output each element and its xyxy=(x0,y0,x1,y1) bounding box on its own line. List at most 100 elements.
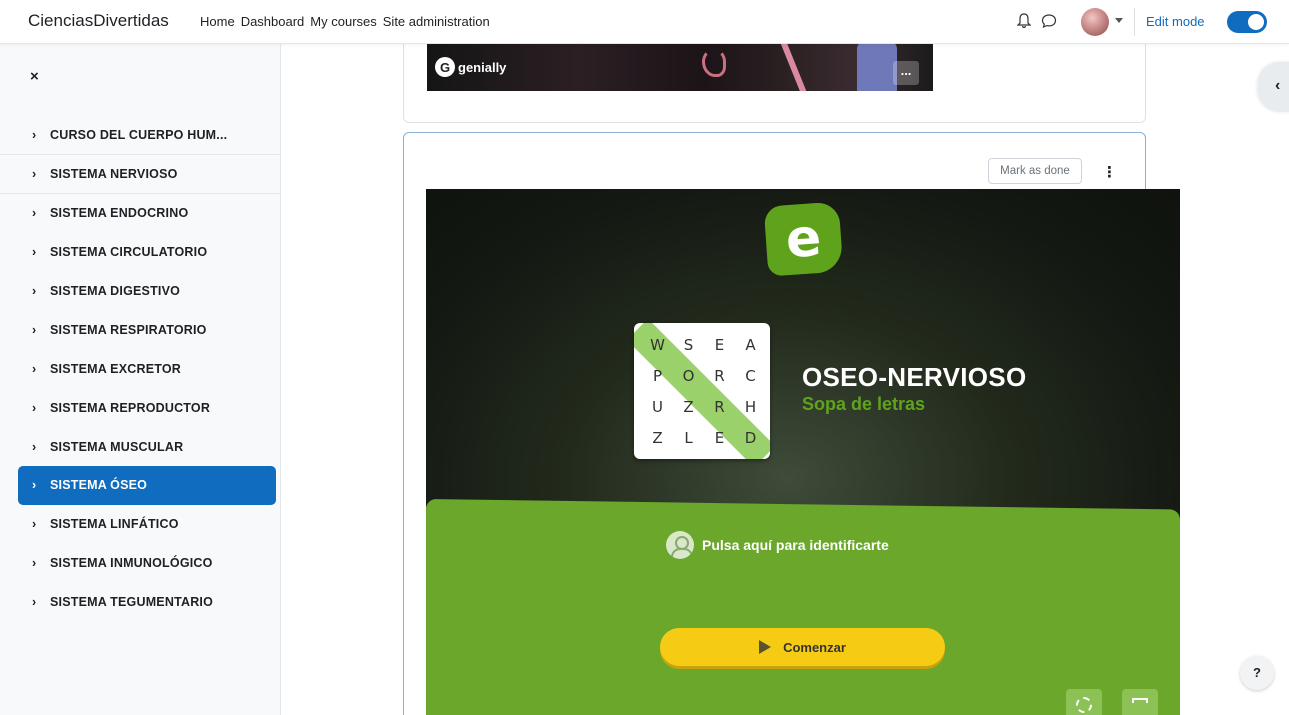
sidebar-item-inmunologico[interactable]: › SISTEMA INMUNOLÓGICO xyxy=(18,544,276,583)
grid-letter: R xyxy=(714,366,725,385)
chevron-right-icon: › xyxy=(32,284,37,298)
grid-letter: S xyxy=(683,335,694,354)
grid-letter: H xyxy=(744,397,757,416)
sidebar-item-circulatorio[interactable]: › SISTEMA CIRCULATORIO xyxy=(18,233,276,272)
sidebar-item-linfatico[interactable]: › SISTEMA LINFÁTICO xyxy=(18,505,276,544)
start-button[interactable]: Comenzar xyxy=(660,628,945,666)
sidebar-item-label: SISTEMA INMUNOLÓGICO xyxy=(50,556,213,571)
chat-icon[interactable] xyxy=(1041,13,1057,29)
chevron-right-icon: › xyxy=(32,439,37,454)
navbar-user-area: Edit mode xyxy=(989,0,1289,44)
nav-link-my-courses[interactable]: My courses xyxy=(310,14,376,29)
nav-link-dashboard[interactable]: Dashboard xyxy=(241,14,305,29)
sidebar-item-oseo[interactable]: › SISTEMA ÓSEO xyxy=(18,466,276,505)
nav-link-home[interactable]: Home xyxy=(200,14,235,29)
educaplay-embed: e W S E A P O R C U Z R H Z L E D OS EO-N… xyxy=(426,189,1180,715)
login-text: Pulsa aquí para identificarte xyxy=(702,537,889,553)
start-button-label: Comenzar xyxy=(783,639,846,655)
grid-letter: U xyxy=(652,397,663,416)
play-icon xyxy=(759,640,772,654)
nav-link-site-administration[interactable]: Site administration xyxy=(383,14,490,29)
genially-logo: G genially xyxy=(435,57,506,77)
chevron-right-icon: › xyxy=(32,595,37,610)
chevron-right-icon: › xyxy=(32,400,37,415)
sidebar-item-label: SISTEMA REPRODUCTOR xyxy=(50,400,211,415)
activity-title: OSEO-NERVIOSO xyxy=(802,362,1027,392)
sidebar-item-digestivo[interactable]: › SISTEMA DIGESTIVO xyxy=(18,272,276,311)
sidebar-item-respiratorio[interactable]: › SISTEMA RESPIRATORIO xyxy=(18,310,276,349)
grid-letter: P xyxy=(652,366,663,385)
grid-letter: Z xyxy=(683,397,694,416)
sidebar-item-label: SISTEMA RESPIRATORIO xyxy=(50,322,207,337)
grid-letter: Z xyxy=(652,428,663,447)
chevron-right-icon: › xyxy=(32,517,37,532)
sidebar-item-endocrino[interactable]: › SISTEMA ENDOCRINO xyxy=(18,194,276,233)
help-button[interactable]: ? xyxy=(1240,656,1274,690)
genially-activity-card: G genially ... xyxy=(403,34,1146,123)
main-content: G genially ... Mark as done ⋮ e W S E A … xyxy=(281,34,1289,715)
sidebar-item-label: SISTEMA ENDOCRINO xyxy=(50,206,189,221)
sidebar-item-tegumentario[interactable]: › SISTEMA TEGUMENTARIO xyxy=(18,583,276,622)
sidebar-item-muscular[interactable]: › SISTEMA MUSCULAR xyxy=(18,427,276,466)
sidebar-item-reproductor[interactable]: › SISTEMA REPRODUCTOR xyxy=(18,388,276,427)
sidebar-item-label: SISTEMA ÓSEO xyxy=(50,478,148,493)
user-icon xyxy=(666,531,694,559)
sidebar-item-label: SISTEMA CIRCULATORIO xyxy=(50,245,208,260)
educaplay-logo: e xyxy=(763,201,844,277)
edit-mode-label: Edit mode xyxy=(1146,14,1205,29)
navbar-divider xyxy=(1134,8,1135,36)
activity-subtitle: Sopa de letras xyxy=(802,394,926,414)
sidebar-item-label: SISTEMA TEGUMENTARIO xyxy=(50,595,214,610)
word-search-grid: W S E A P O R C U Z R H Z L E D xyxy=(642,329,766,453)
sidebar-item-curso[interactable]: › CURSO DEL CUERPO HUM... xyxy=(0,116,281,155)
grid-letter: C xyxy=(745,366,756,385)
sidebar-item-label: SISTEMA EXCRETOR xyxy=(50,361,181,376)
grid-letter: A xyxy=(745,335,756,354)
grid-letter: W xyxy=(650,335,665,354)
chevron-right-icon: › xyxy=(32,245,37,260)
top-navbar: CienciasDivertidas Home Dashboard My cou… xyxy=(0,0,1289,44)
chevron-right-icon: › xyxy=(32,166,37,181)
grid-letter: D xyxy=(744,428,757,447)
grid-letter: O xyxy=(682,366,695,385)
decorative-shape xyxy=(780,42,810,91)
login-link[interactable]: Pulsa aquí para identificarte xyxy=(666,531,889,559)
sidebar-item-label: SISTEMA MUSCULAR xyxy=(50,439,184,454)
genially-embed[interactable]: G genially ... xyxy=(427,41,933,91)
site-brand[interactable]: CienciasDivertidas xyxy=(28,11,169,31)
user-avatar[interactable] xyxy=(1081,8,1109,36)
decorative-shape xyxy=(857,41,897,91)
sidebar-item-nervioso[interactable]: › SISTEMA NERVIOSO xyxy=(0,155,281,194)
grid-letter: E xyxy=(714,428,725,447)
close-icon[interactable]: × xyxy=(30,68,39,85)
chevron-right-icon: › xyxy=(32,478,37,493)
grid-letter: L xyxy=(684,428,693,447)
course-index-drawer: × › CURSO DEL CUERPO HUM... › SISTEMA NERV… xyxy=(0,44,281,715)
chevron-right-icon: › xyxy=(32,206,37,221)
edit-mode-toggle[interactable] xyxy=(1227,11,1267,33)
mark-as-done-button[interactable]: Mark as done xyxy=(988,158,1082,184)
chevron-left-icon: ‹ xyxy=(1275,77,1281,94)
sidebar-item-excretor[interactable]: › SISTEMA EXCRETOR xyxy=(18,349,276,388)
sidebar-item-label: SISTEMA NERVIOSO xyxy=(50,166,178,181)
genially-logo-text: genially xyxy=(458,59,507,75)
more-options-button[interactable]: ... xyxy=(893,61,919,85)
decorative-shape xyxy=(702,49,726,77)
word-search-thumbnail: W S E A P O R C U Z R H Z L E D xyxy=(634,323,770,459)
sidebar-item-label: SISTEMA DIGESTIVO xyxy=(50,284,181,298)
sidebar-item-label: CURSO DEL CUERPO HUM... xyxy=(50,127,228,142)
chevron-down-icon[interactable] xyxy=(1115,18,1123,23)
chevron-right-icon: › xyxy=(32,361,37,376)
kebab-icon[interactable]: ⋮ xyxy=(1102,163,1117,181)
grid-letter: R xyxy=(714,397,725,416)
sidebar-item-label: SISTEMA LINFÁTICO xyxy=(50,517,179,532)
fullscreen-button[interactable] xyxy=(1122,689,1158,715)
fullscreen-icon xyxy=(1132,698,1148,710)
chevron-right-icon: › xyxy=(32,322,37,337)
chevron-right-icon: › xyxy=(32,127,37,142)
primary-navigation: Home Dashboard My courses Site administr… xyxy=(200,14,496,29)
chevron-right-icon: › xyxy=(32,556,37,571)
settings-button[interactable] xyxy=(1066,689,1102,715)
bell-icon[interactable] xyxy=(1017,13,1031,29)
block-drawer-toggle[interactable]: ‹ xyxy=(1258,62,1289,112)
